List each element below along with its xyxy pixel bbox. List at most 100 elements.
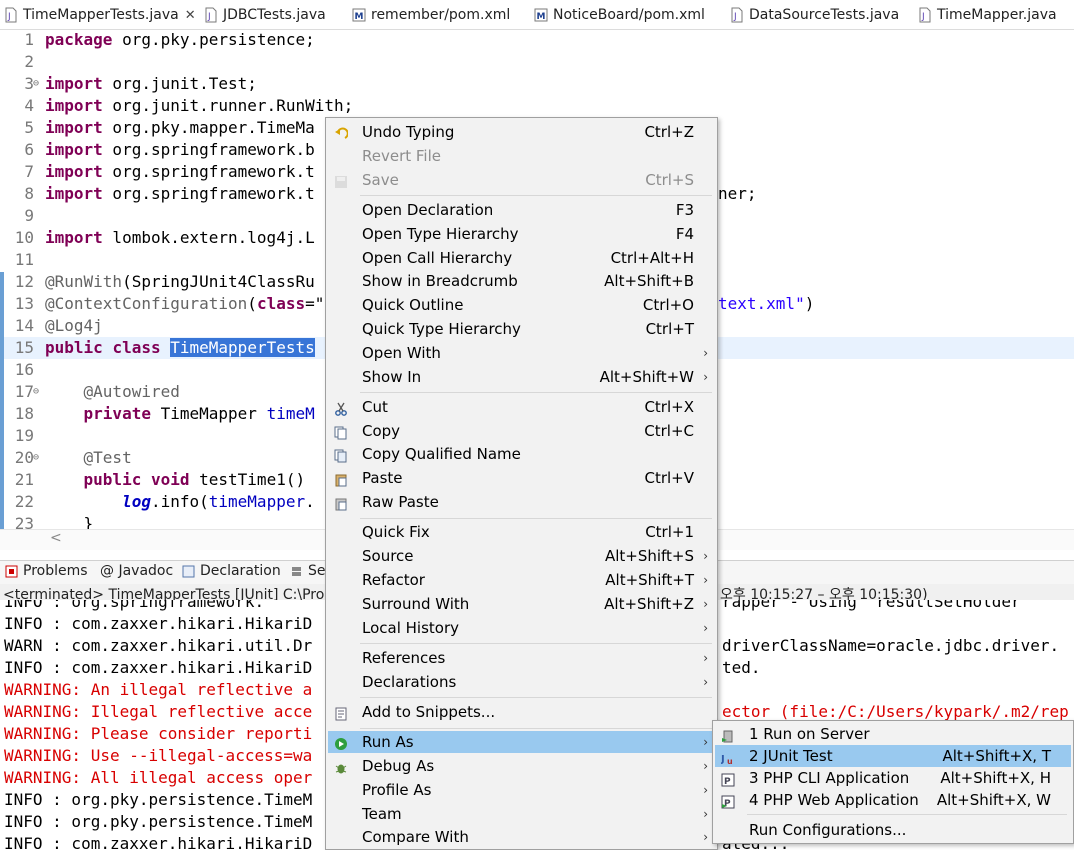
menu-item-shortcut: Ctrl+1 [645,523,694,542]
submenu-arrow-icon: › [703,759,708,773]
tab-jdbctests[interactable]: J JDBCTests.java [204,0,326,30]
menu-item-shortcut: Alt+Shift+X, H [940,769,1051,787]
tab-declaration[interactable]: Declaration [182,563,281,579]
close-tab-icon[interactable]: ✕ [185,8,196,23]
menu-item-refactor[interactable]: Refactor Alt+Shift+T › [328,569,716,591]
console-line: WARNING: An illegal reflective a [4,680,313,699]
code-text: public void testTime1() [83,470,306,489]
code-text: @Test [83,448,132,467]
php-web-icon: P [721,793,735,809]
menu-item-label: Add to Snippets... [362,702,496,721]
menu-item-compare-with[interactable]: Compare With › [328,826,716,848]
menu-item-cut[interactable]: Cut Ctrl+X [328,396,716,418]
undo-icon [334,125,349,139]
tab-label: remember/pom.xml [371,7,511,23]
tab-problems[interactable]: Problems [5,563,88,579]
menu-item-3-php-cli-application[interactable]: P 3 PHP CLI Application Alt+Shift+X, H [715,767,1071,789]
svg-text:P: P [724,799,731,809]
menu-item-copy[interactable]: Copy Ctrl+C [328,420,716,442]
java-file-icon: J [204,7,218,23]
tab-javadoc[interactable]: @ Javadoc [100,563,173,579]
menu-item-open-with[interactable]: Open With › [328,342,716,364]
submenu-arrow-icon: › [703,806,708,821]
svg-text:J: J [921,12,925,22]
line-number: 5 [24,118,34,137]
menu-item-shortcut: Alt+Shift+S [604,547,694,566]
fold-toggle-icon[interactable]: ⊖ [33,381,39,403]
code-text: import org.springframework.b [45,140,315,159]
menu-separator [360,727,712,729]
console-line: INFO : org.pky.persistence.TimeM [4,790,313,809]
menu-item-label: Team [362,804,402,823]
menu-item-2-junit-test[interactable]: Ju 2 JUnit Test Alt+Shift+X, T [715,745,1071,767]
menu-item-debug-as[interactable]: Debug As › [328,755,716,777]
menu-item-raw-paste[interactable]: Raw Paste [328,491,716,513]
menu-item-shortcut: Alt+Shift+W [599,367,694,386]
snippet-icon [334,705,348,721]
svg-text:u: u [727,757,733,765]
line-number: 4 [24,96,34,115]
menu-item-undo-typing[interactable]: Undo Typing Ctrl+Z [328,121,716,143]
menu-item-paste[interactable]: Paste Ctrl+V [328,467,716,489]
code-line[interactable]: 1 package org.pky.persistence; [0,30,1074,51]
menu-item-show-in[interactable]: Show In Alt+Shift+W › [328,366,716,388]
menu-item-label: 2 JUnit Test [749,747,833,765]
fold-toggle-icon[interactable]: ⊖ [33,73,39,95]
menu-item-copy-qualified-name[interactable]: Copy Qualified Name [328,443,716,465]
servers-icon [290,565,303,578]
tab-datasourcetests[interactable]: J DataSourceTests.java [730,0,899,30]
menu-item-add-to-snippets[interactable]: Add to Snippets... [328,701,716,723]
menu-item-surround-with[interactable]: Surround With Alt+Shift+Z › [328,593,716,615]
menu-item-source[interactable]: Source Alt+Shift+S › [328,545,716,567]
code-line[interactable]: 4 import org.junit.runner.RunWith; [0,95,1074,117]
menu-item-open-type-hierarchy[interactable]: Open Type Hierarchy F4 [328,223,716,245]
menu-item-quick-outline[interactable]: Quick Outline Ctrl+O [328,294,716,316]
java-file-icon: J [918,7,932,23]
code-text: import lombok.extern.log4j.L [45,228,315,247]
tab-timemapper[interactable]: J TimeMapper.java [918,0,1057,30]
menu-item-run-as[interactable]: Run As › [328,731,716,754]
tab-label: NoticeBoard/pom.xml [553,7,705,23]
line-number: 9 [24,206,34,225]
console-line: WARNING: All illegal access oper [4,768,313,787]
tab-servers[interactable]: Se [290,563,326,579]
menu-item-4-php-web-application[interactable]: P 4 PHP Web Application Alt+Shift+X, W [715,789,1071,811]
menu-item-quick-type-hierarchy[interactable]: Quick Type Hierarchy Ctrl+T [328,318,716,340]
menu-item-run-configurations[interactable]: Run Configurations... [715,819,1071,841]
menu-item-declarations[interactable]: Declarations › [328,671,716,693]
menu-item-show-in-breadcrumb[interactable]: Show in Breadcrumb Alt+Shift+B [328,270,716,292]
tab-noticeboard-pom[interactable]: M NoticeBoard/pom.xml [534,0,705,30]
code-text: public class TimeMapperTests [45,338,315,357]
raw-paste-icon [334,495,348,511]
scroll-left-arrow[interactable]: < [50,530,62,546]
submenu-arrow-icon: › [703,345,708,360]
line-number: 10 [14,228,34,247]
line-number: 18 [14,404,34,423]
declaration-icon [182,565,195,578]
code-text: package org.pky.persistence; [45,30,315,49]
menu-item-shortcut: F3 [675,200,694,219]
tab-timemappertests[interactable]: J TimeMapperTests.java ✕ [4,0,196,32]
code-line[interactable]: 3 ⊖ import org.junit.Test; [0,73,1074,95]
svg-text:J: J [7,12,11,22]
line-number: 19 [14,426,34,445]
line-number: 8 [24,184,34,203]
submenu-arrow-icon: › [703,650,708,665]
menu-item-profile-as[interactable]: Profile As › [328,779,716,801]
console-line-tail: rapper - Using 'resultSetHolder' [722,600,1031,611]
menu-item-team[interactable]: Team › [328,803,716,825]
tab-label: JDBCTests.java [223,7,326,23]
menu-item-quick-fix[interactable]: Quick Fix Ctrl+1 [328,521,716,543]
fold-toggle-icon[interactable]: ⊖ [33,447,39,469]
submenu-arrow-icon: › [703,369,708,384]
menu-item-label: Open Type Hierarchy [362,224,519,243]
line-number: 3 [24,74,34,93]
menu-item-label: Open Call Hierarchy [362,248,513,267]
menu-item-1-run-on-server[interactable]: 1 Run on Server [715,723,1071,745]
menu-item-references[interactable]: References › [328,647,716,669]
menu-item-local-history[interactable]: Local History › [328,617,716,639]
tab-remember-pom[interactable]: M remember/pom.xml [352,0,510,30]
menu-item-open-call-hierarchy[interactable]: Open Call Hierarchy Ctrl+Alt+H [328,247,716,269]
menu-item-open-declaration[interactable]: Open Declaration F3 [328,199,716,221]
code-line[interactable]: 2 [0,51,1074,73]
